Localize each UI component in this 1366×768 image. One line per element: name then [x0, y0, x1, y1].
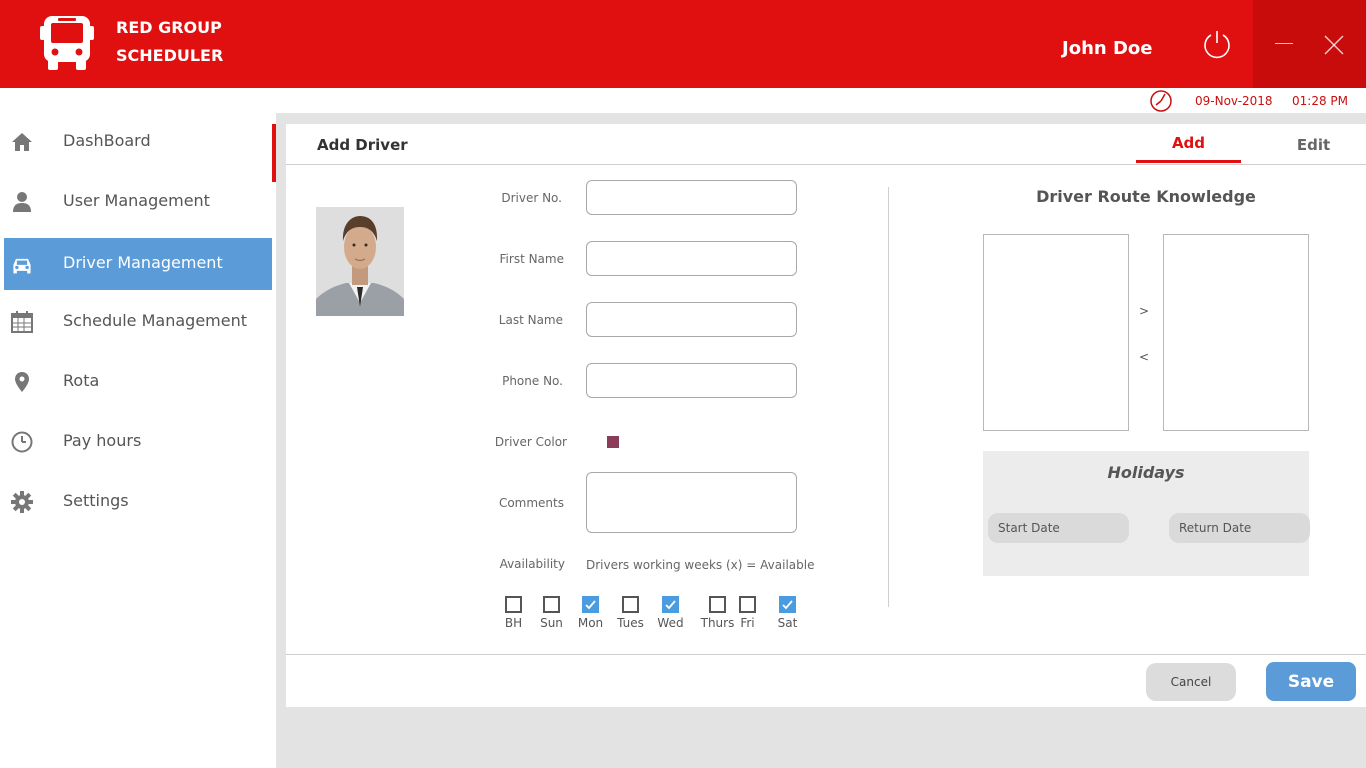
day-checkbox[interactable]: [505, 596, 522, 613]
sidebar-item-schedule-management[interactable]: Schedule Management: [4, 296, 272, 348]
return-date-field[interactable]: Return Date: [1169, 513, 1310, 543]
sidebar-item-label: Pay hours: [63, 431, 142, 450]
holidays-section: Holidays Start Date Return Date: [983, 451, 1310, 576]
day-checkbox[interactable]: [709, 596, 726, 613]
app-brand: RED GROUP SCHEDULER: [116, 14, 223, 70]
sidebar-item-label: User Management: [63, 191, 210, 210]
map-pin-icon: [15, 372, 29, 392]
section-divider: [888, 187, 889, 607]
day-label: Sun: [540, 616, 563, 630]
day-checkbox[interactable]: [582, 596, 599, 613]
phone-label: Phone No.: [502, 374, 563, 388]
sidebar-item-pay-hours[interactable]: Pay hours: [4, 416, 272, 468]
page-title: Add Driver: [317, 136, 408, 154]
route-knowledge-title: Driver Route Knowledge: [1036, 187, 1256, 206]
sidebar-item-settings[interactable]: Settings: [4, 476, 272, 528]
day-sun[interactable]: Sun: [533, 596, 573, 630]
home-icon: [12, 133, 32, 151]
car-icon: [13, 258, 31, 274]
availability-note: Drivers working weeks (x) = Available: [586, 558, 815, 572]
holidays-title: Holidays: [1107, 463, 1185, 482]
sidebar-item-label: DashBoard: [63, 131, 151, 150]
clock-icon: [1150, 90, 1172, 112]
sidebar-item-label: Rota: [63, 371, 100, 390]
add-driver-panel: Add Driver Add Edit Driver No. First Nam…: [286, 124, 1366, 707]
day-label: Wed: [657, 616, 684, 630]
phone-input[interactable]: [586, 363, 797, 398]
start-date-field[interactable]: Start Date: [988, 513, 1129, 543]
sidebar-item-user-management[interactable]: User Management: [4, 176, 272, 228]
last-name-label: Last Name: [498, 313, 563, 327]
check-icon: [585, 600, 596, 610]
close-icon[interactable]: [1323, 34, 1345, 56]
day-label: Tues: [617, 616, 644, 630]
gear-icon: [11, 491, 33, 513]
save-button[interactable]: Save: [1266, 662, 1356, 701]
day-checkbox[interactable]: [622, 596, 639, 613]
available-routes-list[interactable]: [983, 234, 1129, 431]
day-checkbox[interactable]: [739, 596, 756, 613]
tab-add[interactable]: Add: [1136, 134, 1241, 152]
comments-label: Comments: [498, 496, 564, 510]
current-time: 01:28 PM: [1292, 94, 1348, 108]
header-divider: [286, 164, 1366, 165]
day-sat[interactable]: Sat: [769, 596, 809, 630]
sidebar-item-label: Settings: [63, 491, 129, 510]
power-icon[interactable]: [1201, 28, 1233, 60]
brand-line-1: RED GROUP: [116, 18, 222, 37]
day-wed[interactable]: Wed: [652, 596, 692, 630]
check-icon: [665, 600, 676, 610]
first-name-input[interactable]: [586, 241, 797, 276]
day-checkbox[interactable]: [779, 596, 796, 613]
brand-line-2: SCHEDULER: [116, 46, 224, 65]
user-icon: [13, 192, 31, 212]
availability-label: Availability: [499, 557, 565, 571]
day-fri[interactable]: Fri: [729, 596, 769, 630]
known-routes-list[interactable]: [1163, 234, 1309, 431]
driver-color-swatch[interactable]: [607, 436, 619, 448]
calendar-icon: [11, 311, 33, 333]
day-label: BH: [504, 616, 523, 630]
check-icon: [782, 600, 793, 610]
window-controls: [1253, 0, 1366, 88]
driver-color-label: Driver Color: [494, 435, 567, 449]
clock-icon: [11, 431, 33, 453]
minimize-icon[interactable]: [1275, 43, 1293, 44]
day-label: Fri: [740, 616, 755, 630]
move-left-button[interactable]: <: [1139, 350, 1149, 364]
day-checkbox[interactable]: [543, 596, 560, 613]
day-tues[interactable]: Tues: [612, 596, 652, 630]
move-right-button[interactable]: >: [1139, 304, 1149, 318]
app-header: RED GROUP SCHEDULER John Doe: [0, 0, 1366, 88]
bus-icon: [40, 16, 94, 70]
day-checkbox[interactable]: [662, 596, 679, 613]
day-bh[interactable]: BH: [495, 596, 535, 630]
user-name: John Doe: [1062, 38, 1153, 59]
cancel-button[interactable]: Cancel: [1146, 663, 1236, 701]
sidebar: DashBoard User Management Driver Managem…: [0, 112, 276, 768]
sidebar-item-dashboard[interactable]: DashBoard: [4, 116, 272, 168]
last-name-input[interactable]: [586, 302, 797, 337]
driver-no-input[interactable]: [586, 180, 797, 215]
sidebar-item-label: Schedule Management: [63, 311, 248, 330]
sidebar-item-label: Driver Management: [63, 253, 223, 272]
comments-input[interactable]: [586, 472, 797, 533]
sidebar-item-rota[interactable]: Rota: [4, 356, 272, 408]
tab-add-underline: [1136, 160, 1241, 163]
tab-edit[interactable]: Edit: [1276, 136, 1351, 154]
footer-divider: [286, 654, 1366, 655]
day-mon[interactable]: Mon: [572, 596, 612, 630]
day-label: Mon: [577, 616, 604, 630]
driver-photo[interactable]: [316, 207, 404, 316]
day-label: Sat: [777, 616, 798, 630]
current-date: 09-Nov-2018: [1195, 94, 1273, 108]
sidebar-item-driver-management[interactable]: Driver Management: [4, 238, 272, 290]
driver-no-label: Driver No.: [501, 191, 562, 205]
first-name-label: First Name: [499, 252, 564, 266]
